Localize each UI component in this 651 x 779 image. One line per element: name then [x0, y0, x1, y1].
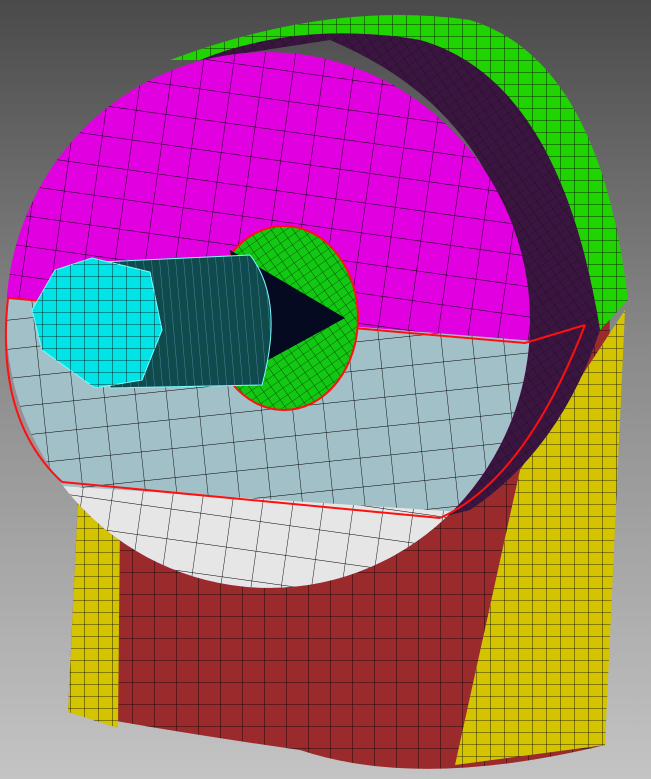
mesh-viewport[interactable]: [0, 0, 651, 779]
shaft: [31, 254, 272, 389]
mesh-model: [0, 15, 628, 769]
